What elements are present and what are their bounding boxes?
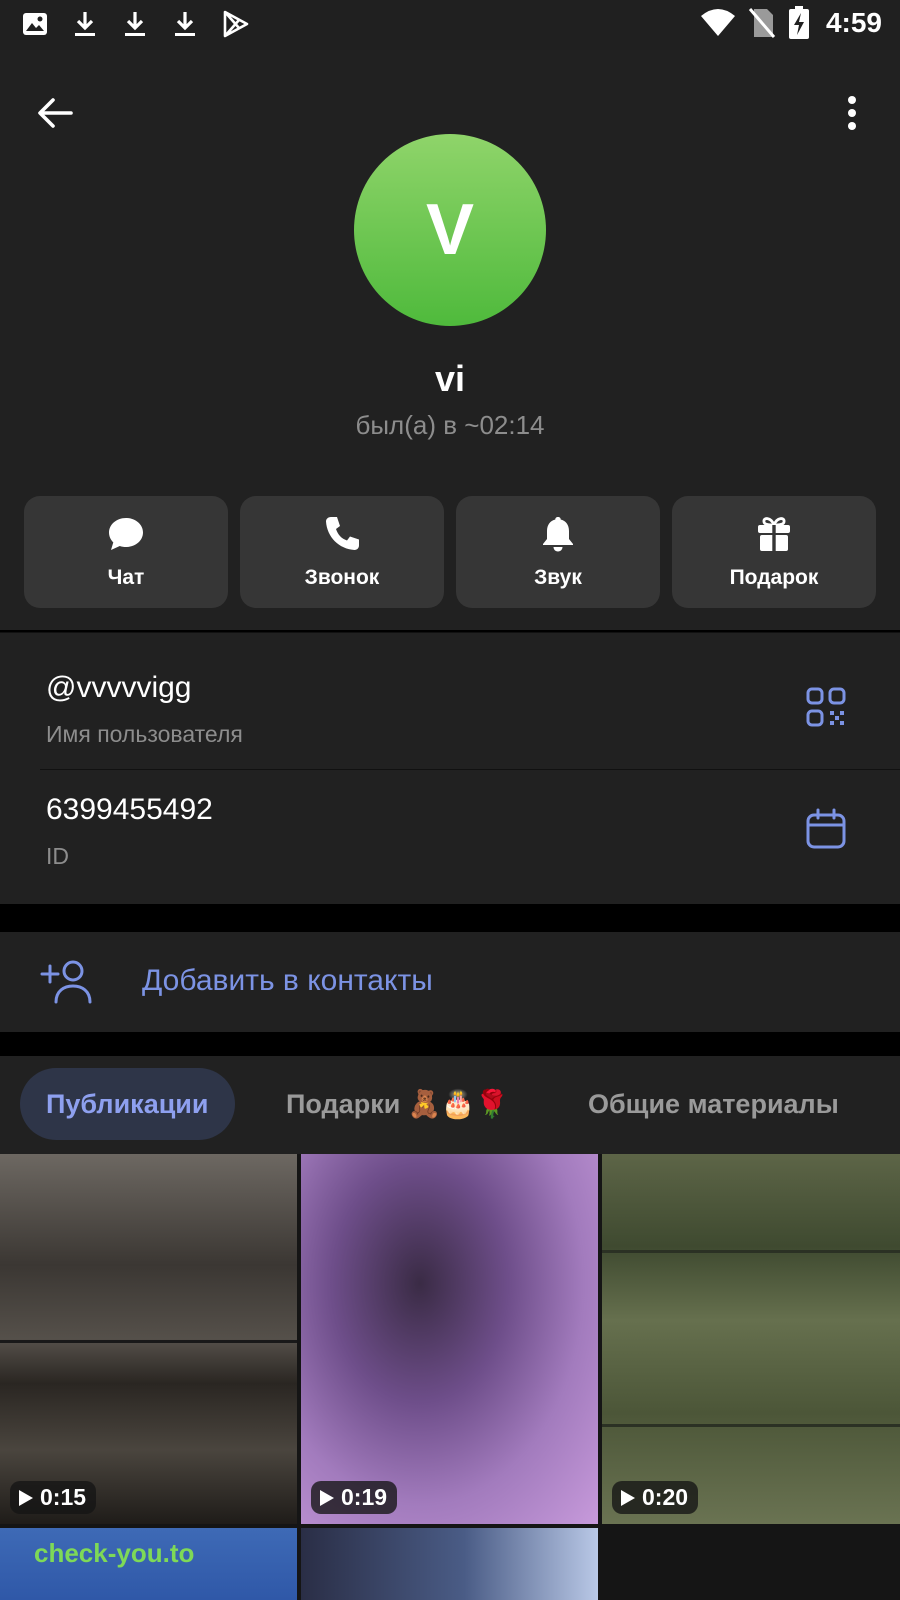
more-vertical-icon [848, 96, 856, 130]
chat-icon [109, 518, 143, 550]
no-sim-icon [748, 8, 776, 38]
username-label: Имя пользователя [46, 721, 243, 747]
collage-divider [602, 1424, 900, 1427]
username-value: @vvvvvigg [46, 671, 192, 704]
call-label: Звонок [304, 566, 380, 589]
gift-label: Подарок [729, 566, 819, 589]
watermark-text: check-you.to [34, 1538, 195, 1568]
image-icon [23, 13, 47, 35]
video-duration-badge: 0:15 [10, 1481, 97, 1514]
call-button[interactable]: Звонок [240, 496, 444, 608]
profile-name: vi [434, 358, 466, 399]
play-icon [621, 1489, 635, 1506]
download-icon [175, 12, 195, 36]
gift-button[interactable]: Подарок [672, 496, 876, 608]
play-icon [19, 1489, 33, 1506]
phone-icon [326, 517, 359, 550]
status-bar: 4:59 [0, 0, 900, 50]
media-tile[interactable]: check-you.to [0, 1528, 297, 1600]
calendar-icon[interactable] [804, 807, 848, 851]
collage-divider [0, 1340, 297, 1343]
download-icon [125, 12, 145, 36]
battery-charging-icon [788, 6, 809, 39]
info-card: @vvvvvigg Имя пользователя 6399455492 ID [0, 632, 900, 904]
video-duration-badge: 0:20 [612, 1481, 699, 1514]
id-row[interactable]: 6399455492 ID [0, 755, 900, 877]
user-id-label: ID [46, 843, 69, 869]
more-options-button[interactable] [832, 88, 872, 138]
add-user-icon [40, 960, 92, 1004]
play-store-icon [223, 10, 249, 38]
media-tile[interactable] [301, 1528, 598, 1600]
arrow-left-icon [38, 98, 73, 128]
duration-text: 0:15 [40, 1484, 87, 1510]
add-contact-label: Добавить в контакты [142, 964, 433, 997]
download-icon [75, 12, 95, 36]
sound-label: Звук [534, 566, 582, 589]
add-contact-row[interactable]: Добавить в контакты [0, 932, 900, 1032]
duration-text: 0:19 [341, 1484, 388, 1510]
tab-shared-media[interactable]: Общие материалы [588, 1068, 839, 1140]
last-seen-status: был(а) в ~02:14 [355, 410, 545, 440]
avatar[interactable]: V [354, 134, 546, 326]
profile-header: V vi был(а) в ~02:14 Чат Звонок Звук Под… [0, 50, 900, 630]
back-button[interactable] [30, 88, 80, 138]
wifi-icon [700, 9, 735, 36]
gift-icon [758, 517, 790, 551]
tab-publications[interactable]: Публикации [20, 1068, 235, 1140]
bell-icon [543, 517, 573, 552]
qr-code-icon[interactable] [804, 685, 848, 729]
media-grid: 0:15 0:19 0:20 check-you.to [0, 1154, 900, 1600]
chat-label: Чат [107, 566, 145, 589]
chat-button[interactable]: Чат [24, 496, 228, 608]
media-tabs: Публикации Подарки 🧸🎂🌹 Общие материалы [0, 1056, 900, 1154]
username-row[interactable]: @vvvvvigg Имя пользователя [0, 633, 900, 770]
media-tile[interactable]: 0:15 [0, 1154, 297, 1524]
action-buttons: Чат Звонок Звук Подарок [24, 496, 876, 608]
play-icon [320, 1489, 334, 1506]
video-duration-badge: 0:19 [311, 1481, 398, 1514]
media-tile[interactable]: 0:20 [602, 1154, 900, 1524]
collage-divider [602, 1250, 900, 1253]
clock: 4:59 [825, 7, 882, 38]
user-id-value: 6399455492 [46, 793, 213, 826]
sound-button[interactable]: Звук [456, 496, 660, 608]
media-tile[interactable]: 0:19 [301, 1154, 598, 1524]
tab-gifts[interactable]: Подарки 🧸🎂🌹 [286, 1068, 509, 1140]
duration-text: 0:20 [642, 1484, 689, 1510]
